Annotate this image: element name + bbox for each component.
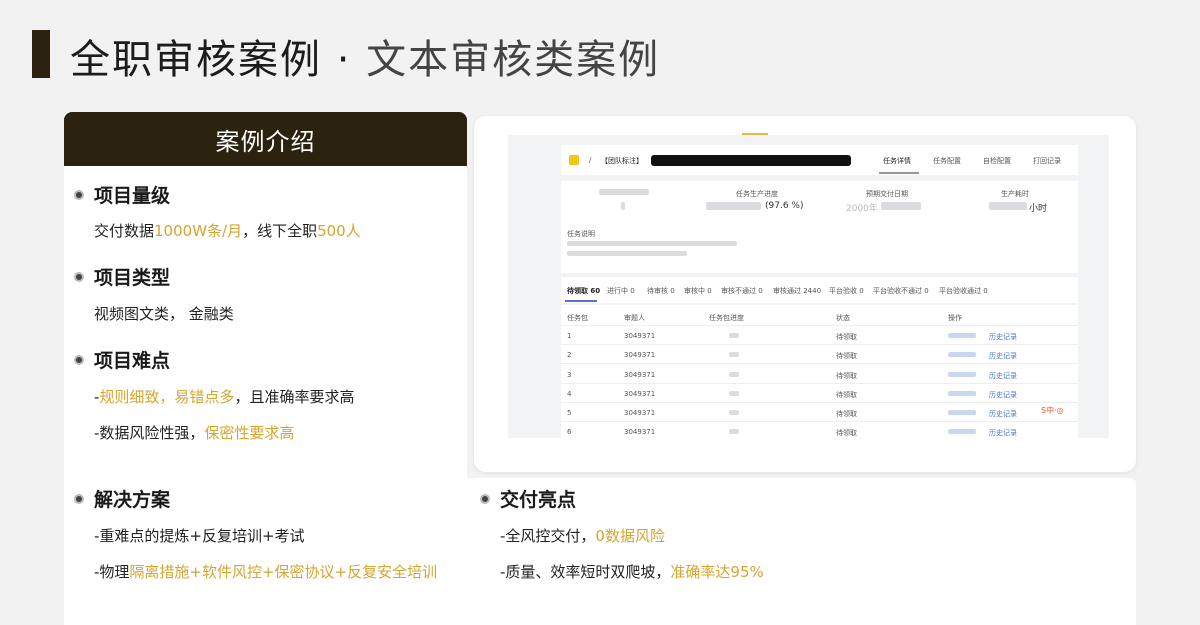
ime-toolbar[interactable]: S中·◎ xyxy=(1041,405,1107,417)
shot-top-bar: / 【团队标注】 任务详情 任务配置 自检配置 打回记录 xyxy=(561,145,1078,175)
blurred-text xyxy=(989,202,1027,210)
bullet-icon xyxy=(74,493,84,504)
col-header: 审题人 xyxy=(624,314,645,322)
status-tab[interactable]: 平台验收通过 0 xyxy=(939,286,988,296)
difficulty-line-2: -数据风险性强，保密性要求高 xyxy=(94,424,295,442)
col-header: 任务包进度 xyxy=(709,314,744,322)
solution-line-1: -重难点的提炼+反复培训+考试 xyxy=(94,527,305,545)
bullet-icon xyxy=(74,354,84,365)
active-tab-underline xyxy=(565,300,597,302)
col-header: 状态 xyxy=(836,314,850,322)
highlights-line-1: -全风控交付，0数据风险 xyxy=(500,527,665,545)
blurred-text xyxy=(621,202,625,210)
section-difficulty: 项目难点 xyxy=(74,346,170,373)
stat-label: 预期交付日期 xyxy=(866,190,908,198)
section-title: 解决方案 xyxy=(94,489,171,511)
stat-value: 小时 xyxy=(1029,204,1048,214)
app-logo-icon xyxy=(569,155,579,165)
status-tab[interactable]: 平台验收不通过 0 xyxy=(873,286,929,296)
embedded-screenshot: / 【团队标注】 任务详情 任务配置 自检配置 打回记录 任务生产进度 (97.… xyxy=(508,135,1109,438)
history-link[interactable]: 历史记录 xyxy=(989,351,1017,361)
difficulty-line-1: -规则细致，易错点多，且准确率要求高 xyxy=(94,388,355,406)
status-tab[interactable]: 平台验收 0 xyxy=(829,286,864,296)
intro-header: 案例介绍 xyxy=(64,112,467,166)
col-header: 操作 xyxy=(948,314,962,322)
solution-line-2: -物理隔离措施+软件风控+保密协议+反复安全培训 xyxy=(94,563,438,581)
shot-tab-selfcheck[interactable]: 自检配置 xyxy=(983,156,1011,166)
highlights-line-2: -质量、效率短时双爬坡，准确率达95% xyxy=(500,563,764,581)
status-tab[interactable]: 审核不通过 0 xyxy=(721,286,763,296)
title-sub: 文本审核类案例 xyxy=(366,37,661,83)
title-accent-bar xyxy=(32,30,50,78)
section-title: 项目量级 xyxy=(94,185,171,207)
shot-tab-detail[interactable]: 任务详情 xyxy=(883,156,911,166)
col-header: 任务包 xyxy=(567,314,588,322)
section-scale: 项目量级 xyxy=(74,181,170,208)
bottom-panel xyxy=(64,478,1136,625)
stat-label: 任务生产进度 xyxy=(736,190,778,198)
bullet-icon xyxy=(480,493,490,504)
shot-status-tabs: 待领取 60 进行中 0 待审核 0 审核中 0 审核不通过 0 审核通过 24… xyxy=(561,277,1078,303)
status-tab[interactable]: 审核通过 2440 xyxy=(773,286,821,296)
shot-tab-return[interactable]: 打回记录 xyxy=(1033,156,1061,166)
section-title: 项目类型 xyxy=(94,267,171,289)
blurred-text xyxy=(706,202,761,210)
history-link[interactable]: 历史记录 xyxy=(989,409,1017,419)
type-line: 视频图文类， 金融类 xyxy=(94,305,234,323)
breadcrumb-sep: / xyxy=(589,156,592,164)
page-title: 全职审核案例 · 文本审核类案例 xyxy=(70,27,660,85)
history-link[interactable]: 历史记录 xyxy=(989,428,1017,438)
stat-value: 2000年 xyxy=(846,204,878,214)
shot-table: 任务包 审题人 任务包进度 状态 操作 1 3049371 待领取 历史记录 2… xyxy=(561,305,1078,438)
status-tab[interactable]: 待审核 0 xyxy=(647,286,675,296)
blurred-text xyxy=(599,189,649,195)
shot-info-panel: 任务生产进度 (97.6 %) 预期交付日期 2000年 生产耗时 小时 任务说… xyxy=(561,181,1078,273)
section-title: 项目难点 xyxy=(94,350,171,372)
blurred-text xyxy=(567,251,687,256)
title-separator: · xyxy=(336,37,352,83)
history-link[interactable]: 历史记录 xyxy=(989,390,1017,400)
desc-label: 任务说明 xyxy=(567,230,595,238)
section-solution: 解决方案 xyxy=(74,485,170,512)
title-main: 全职审核案例 xyxy=(70,37,322,83)
bullet-icon xyxy=(74,189,84,200)
history-link[interactable]: 历史记录 xyxy=(989,371,1017,381)
redacted-bar xyxy=(651,155,851,166)
stat-value: (97.6 %) xyxy=(765,201,804,211)
history-link[interactable]: 历史记录 xyxy=(989,332,1017,342)
stat-label: 生产耗时 xyxy=(1001,190,1029,198)
blurred-text xyxy=(881,202,921,210)
status-tab[interactable]: 待领取 60 xyxy=(567,286,600,296)
project-name: 【团队标注】 xyxy=(601,157,643,165)
shot-tab-config[interactable]: 任务配置 xyxy=(933,156,961,166)
section-type: 项目类型 xyxy=(74,263,170,290)
status-tab[interactable]: 审核中 0 xyxy=(684,286,712,296)
section-highlights: 交付亮点 xyxy=(480,485,576,512)
bullet-icon xyxy=(74,271,84,282)
active-tab-underline xyxy=(879,172,919,174)
status-tab[interactable]: 进行中 0 xyxy=(607,286,635,296)
section-title: 交付亮点 xyxy=(500,489,577,511)
blurred-text xyxy=(567,241,737,246)
scale-line: 交付数据1000W条/月，线下全职500人 xyxy=(94,222,361,240)
